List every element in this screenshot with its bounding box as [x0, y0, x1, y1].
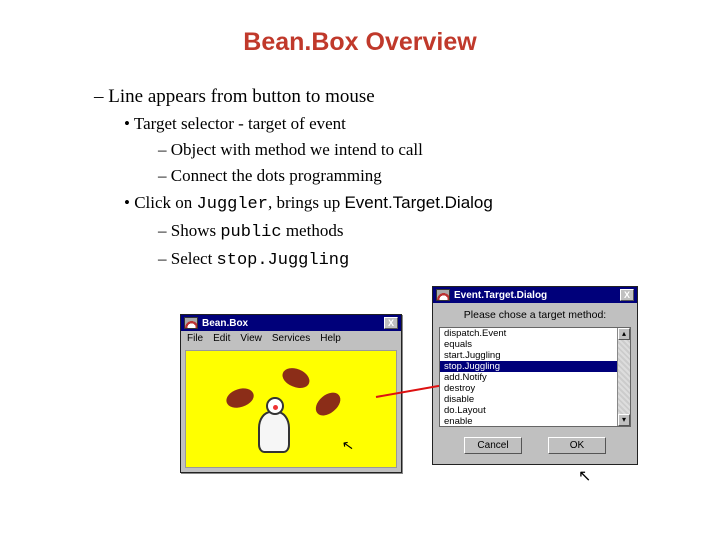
event-target-dialog: Event.Target.Dialog X Please chose a tar…	[432, 286, 638, 465]
beanbox-window: Bean.Box X File Edit View Services Help …	[180, 314, 402, 473]
page-title: Bean.Box Overview	[80, 28, 640, 57]
list-item[interactable]: dispatch.Event	[440, 328, 630, 339]
bullet-l1-1: Line appears from button to mouse	[108, 86, 374, 107]
method-listbox[interactable]: dispatch.Event equals start.Juggling sto…	[439, 327, 631, 427]
bullet-l2-2a: Click on	[134, 193, 196, 212]
list-item[interactable]: start.Juggling	[440, 350, 630, 361]
close-icon[interactable]: X	[384, 317, 398, 329]
scroll-down-icon[interactable]: ▾	[618, 414, 630, 426]
menu-file[interactable]: File	[187, 333, 203, 344]
list-item[interactable]: add.Notify	[440, 372, 630, 383]
list-item[interactable]: do.Layout	[440, 405, 630, 416]
ok-button[interactable]: OK	[548, 437, 606, 454]
list-item[interactable]: equals	[440, 339, 630, 350]
dialog-name: Event.Target.Dialog	[344, 193, 492, 212]
dialog-message: Please chose a target method:	[433, 303, 637, 325]
bean-icon	[280, 364, 313, 391]
juggler-icon[interactable]	[258, 411, 290, 453]
public-code: public	[220, 223, 281, 242]
menu-help[interactable]: Help	[320, 333, 341, 344]
list-item[interactable]: destroy	[440, 383, 630, 394]
bullet-l3-4a: Select	[171, 249, 217, 268]
beanbox-canvas[interactable]: ↖	[185, 350, 397, 468]
menu-edit[interactable]: Edit	[213, 333, 230, 344]
bullet-l2-2b: , brings up	[268, 193, 345, 212]
bullet-l2-1: Target selector - target of event	[134, 114, 346, 133]
list-item[interactable]: enable	[440, 416, 630, 427]
java-cup-icon	[184, 317, 198, 329]
bullet-list: Line appears from button to mouse	[94, 83, 640, 111]
scroll-up-icon[interactable]: ▴	[618, 328, 630, 340]
bullet-l3-2: Connect the dots programming	[171, 166, 382, 185]
bullet-l3-1: Object with method we intend to call	[171, 140, 423, 159]
java-cup-icon	[436, 289, 450, 301]
cursor-icon: ↖	[341, 436, 356, 455]
scrollbar[interactable]: ▴ ▾	[617, 328, 630, 426]
figures-area: Bean.Box X File Edit View Services Help …	[180, 314, 680, 514]
menu-view[interactable]: View	[240, 333, 262, 344]
juggler-code: Juggler	[197, 195, 268, 214]
cursor-icon: ↖	[578, 466, 591, 486]
bean-icon	[311, 388, 344, 420]
cancel-button[interactable]: Cancel	[464, 437, 522, 454]
dialog-titlebar[interactable]: Event.Target.Dialog X	[433, 287, 637, 303]
list-item-selected[interactable]: stop.Juggling	[440, 361, 630, 372]
juggler-nose-icon	[273, 405, 278, 410]
bean-icon	[224, 385, 256, 411]
menu-services[interactable]: Services	[272, 333, 310, 344]
list-item[interactable]: disable	[440, 394, 630, 405]
dialog-title: Event.Target.Dialog	[454, 290, 547, 301]
beanbox-titlebar[interactable]: Bean.Box X	[181, 315, 401, 331]
beanbox-menubar: File Edit View Services Help	[181, 331, 401, 346]
beanbox-title: Bean.Box	[202, 318, 248, 329]
bullet-l3-3a: Shows	[171, 221, 221, 240]
scroll-track[interactable]	[618, 340, 630, 414]
close-icon[interactable]: X	[620, 289, 634, 301]
stopjuggling-code: stop.Juggling	[217, 251, 350, 270]
bullet-l3-3b: methods	[282, 221, 344, 240]
